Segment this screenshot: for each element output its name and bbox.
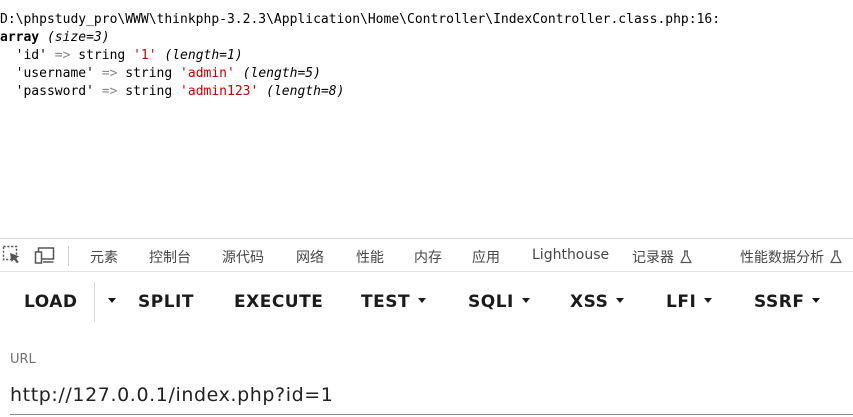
xss-menu-button[interactable]: XSS bbox=[570, 292, 625, 312]
dump-row-length: (length=1) bbox=[164, 48, 243, 63]
tab-recorder[interactable]: 记录器 bbox=[632, 247, 692, 268]
dump-row-type: string bbox=[78, 48, 126, 63]
inspect-element-icon[interactable] bbox=[2, 245, 22, 269]
execute-button[interactable]: EXECUTE bbox=[234, 292, 323, 312]
dump-row-type: string bbox=[125, 84, 173, 99]
dump-row-arrow: => bbox=[101, 84, 118, 99]
split-button[interactable]: SPLIT bbox=[138, 292, 194, 312]
dump-row-key: 'password' bbox=[15, 84, 94, 99]
dump-row-value: 'admin' bbox=[180, 66, 235, 81]
dump-row-value: '1' bbox=[133, 48, 157, 63]
load-split-divider bbox=[94, 282, 95, 322]
dump-row-key: 'id' bbox=[15, 48, 47, 63]
lfi-menu-button[interactable]: LFI bbox=[666, 292, 713, 312]
dump-array-header: array (size=3) bbox=[0, 29, 110, 47]
ssrf-menu-label: SSRF bbox=[754, 292, 805, 312]
xss-menu-label: XSS bbox=[570, 292, 609, 312]
flask-icon bbox=[830, 250, 842, 268]
tab-performance[interactable]: 性能 bbox=[356, 247, 384, 267]
toolbar-divider bbox=[68, 246, 69, 266]
chevron-down-icon bbox=[812, 297, 821, 303]
dump-file-path: D:\phpstudy_pro\WWW\thinkphp-3.2.3\Appli… bbox=[0, 12, 721, 27]
tab-performance-insights-label: 性能数据分析 bbox=[740, 250, 824, 266]
sqli-menu-label: SQLI bbox=[468, 292, 514, 312]
tab-network[interactable]: 网络 bbox=[296, 247, 324, 267]
chevron-down-icon bbox=[521, 297, 530, 303]
tab-lighthouse[interactable]: Lighthouse bbox=[532, 247, 609, 263]
dump-row-arrow: => bbox=[54, 48, 71, 63]
load-options-dropdown[interactable] bbox=[100, 292, 116, 312]
tab-elements[interactable]: 元素 bbox=[90, 247, 118, 267]
dump-row-length: (length=5) bbox=[242, 66, 321, 81]
dump-array-keyword: array bbox=[0, 30, 40, 45]
tab-application[interactable]: 应用 bbox=[472, 247, 500, 267]
var-dump-output: D:\phpstudy_pro\WWW\thinkphp-3.2.3\Appli… bbox=[0, 0, 853, 238]
dump-row-length: (length=8) bbox=[266, 84, 345, 99]
flask-icon bbox=[680, 250, 692, 268]
dump-row-value: 'admin123' bbox=[180, 84, 259, 99]
dump-row-type: string bbox=[125, 66, 173, 81]
dump-row: 'password' => string 'admin123' (length=… bbox=[0, 83, 345, 101]
device-toolbar-icon[interactable] bbox=[34, 245, 56, 269]
ssrf-menu-button[interactable]: SSRF bbox=[754, 292, 821, 312]
tab-sources[interactable]: 源代码 bbox=[222, 247, 264, 267]
hackbar-toolbar: LOAD SPLIT EXECUTE TEST SQLI XSS LFI SSR… bbox=[0, 272, 853, 330]
dump-row: 'id' => string '1' (length=1) bbox=[0, 47, 243, 65]
dump-row-key: 'username' bbox=[15, 66, 94, 81]
tab-console[interactable]: 控制台 bbox=[149, 247, 191, 267]
dump-array-size: (size=3) bbox=[46, 30, 110, 45]
chevron-down-icon bbox=[704, 297, 713, 303]
dump-row: 'username' => string 'admin' (length=5) bbox=[0, 65, 321, 83]
chevron-down-icon bbox=[108, 297, 116, 303]
chevron-down-icon bbox=[418, 297, 427, 303]
tab-memory[interactable]: 内存 bbox=[414, 247, 442, 267]
lfi-menu-label: LFI bbox=[666, 292, 697, 312]
url-input-underline bbox=[10, 414, 853, 415]
test-menu-button[interactable]: TEST bbox=[361, 292, 427, 312]
sqli-menu-button[interactable]: SQLI bbox=[468, 292, 530, 312]
devtools-tab-bar: 元素 控制台 源代码 网络 性能 内存 应用 Lighthouse 记录器 性能… bbox=[0, 238, 853, 272]
tab-performance-insights[interactable]: 性能数据分析 bbox=[740, 247, 842, 268]
url-field-label: URL bbox=[10, 352, 36, 367]
chevron-down-icon bbox=[616, 297, 625, 303]
url-input[interactable] bbox=[10, 378, 853, 412]
test-menu-label: TEST bbox=[361, 292, 411, 312]
load-button[interactable]: LOAD bbox=[24, 292, 78, 312]
tab-recorder-label: 记录器 bbox=[632, 250, 674, 266]
dump-row-arrow: => bbox=[101, 66, 118, 81]
